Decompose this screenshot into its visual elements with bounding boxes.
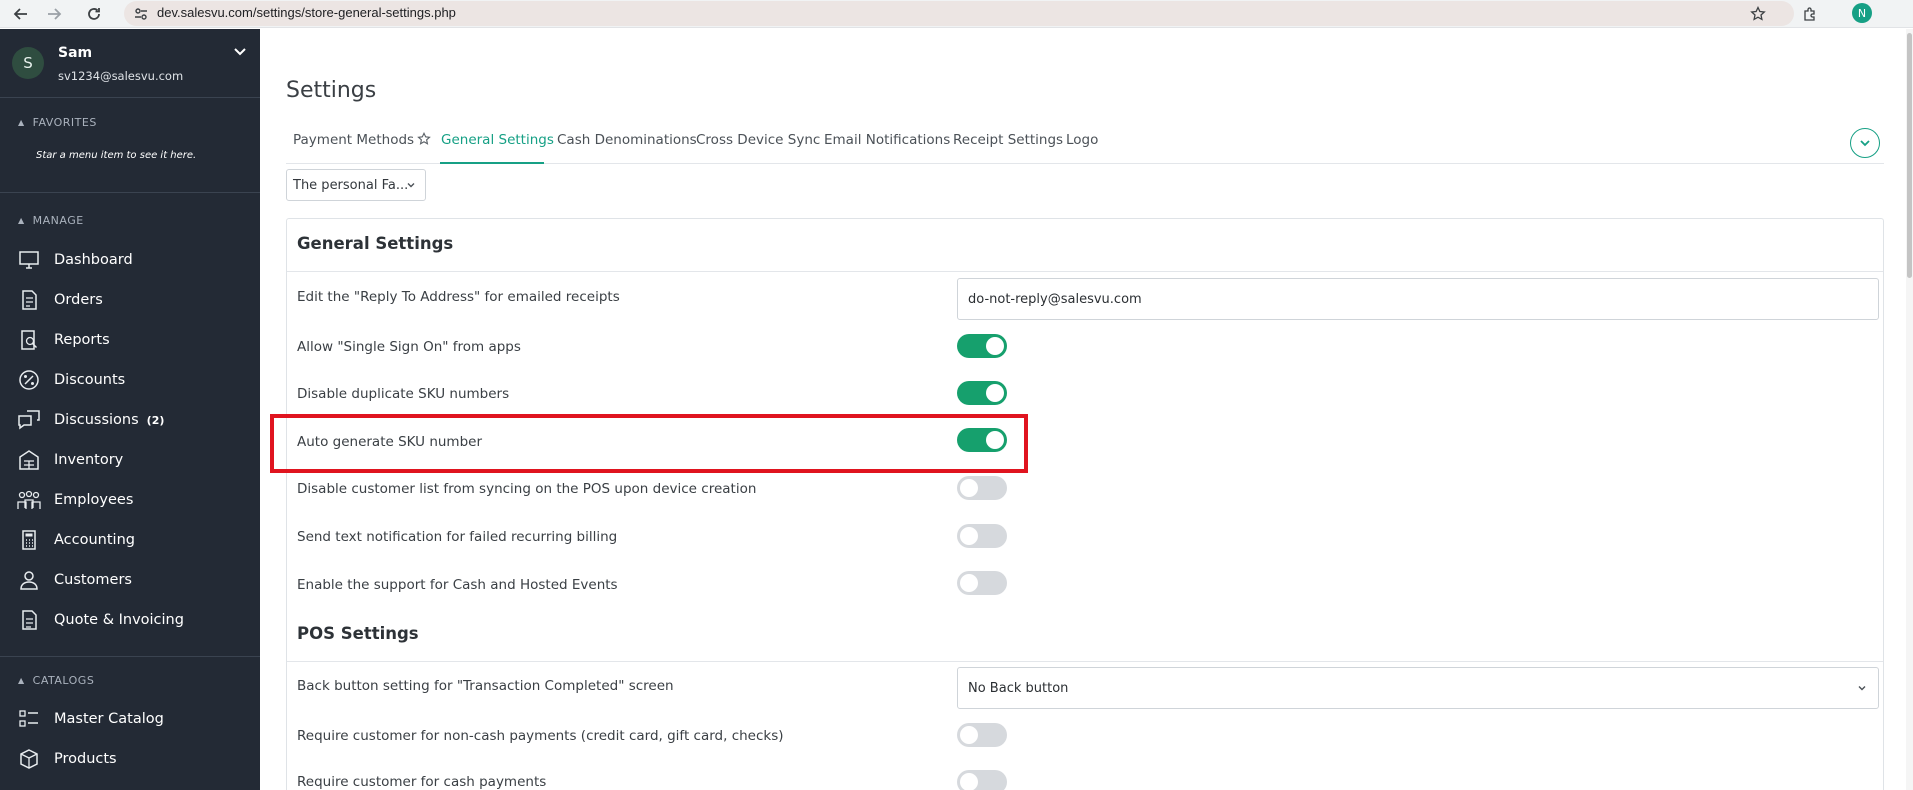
back-icon[interactable] [10,3,32,25]
cash-hosted-events-toggle[interactable] [957,571,1007,595]
back-button-setting-select[interactable]: No Back button [957,667,1879,709]
require-customer-cash-toggle[interactable] [957,770,1007,790]
disable-duplicate-sku-toggle[interactable] [957,381,1007,405]
forward-icon[interactable] [43,3,65,25]
favorites-hint: Star a menu item to see it here. [36,150,197,161]
reply-to-address-label: Edit the "Reply To Address" for emailed … [297,289,620,305]
user-email: sv1234@salesvu.com [58,69,184,83]
box-icon [16,747,42,771]
pos-settings-heading: POS Settings [297,624,419,643]
chevron-down-icon[interactable] [1850,128,1880,158]
profile-avatar[interactable]: N [1852,3,1872,23]
url-text[interactable]: dev.salesvu.com/settings/store-general-s… [157,5,456,20]
store-select-value: The personal Fa... [293,177,409,193]
sidebar-item-products[interactable]: Products [16,744,252,774]
single-sign-on-label: Allow "Single Sign On" from apps [297,339,521,355]
extensions-icon[interactable] [1800,4,1820,24]
sidebar-item-quote-invoicing[interactable]: Quote & Invoicing [16,605,252,635]
orders-icon [16,288,42,312]
favorites-section-title[interactable]: ▲ FAVORITES [18,116,97,129]
tab-general-settings[interactable]: General Settings [441,132,554,148]
cash-hosted-events-label: Enable the support for Cash and Hosted E… [297,577,618,593]
collapse-icon: ▲ [18,676,25,685]
sidebar-item-orders[interactable]: Orders [16,285,252,315]
disable-duplicate-sku-label: Disable duplicate SKU numbers [297,386,510,402]
star-icon[interactable] [417,131,433,147]
settings-tabs: Payment Methods General Settings Cash De… [286,128,1884,164]
settings-panel: General Settings Edit the "Reply To Addr… [286,218,1884,790]
tab-payment-methods[interactable]: Payment Methods [293,132,414,148]
site-settings-icon[interactable] [133,6,149,22]
sidebar-item-inventory[interactable]: Inventory [16,445,252,475]
single-sign-on-toggle[interactable] [957,334,1007,358]
manage-section-title[interactable]: ▲ MANAGE [18,214,84,227]
checklist-icon [16,707,42,731]
general-settings-heading: General Settings [297,234,454,253]
catalogs-section-title[interactable]: ▲ CATALOGS [18,674,94,687]
require-customer-noncash-toggle[interactable] [957,723,1007,747]
sidebar-item-reports[interactable]: Reports [16,325,252,355]
user-name: Sam [58,45,93,61]
failed-billing-notification-label: Send text notification for failed recurr… [297,529,618,545]
chevron-down-icon [1856,682,1868,694]
scrollbar-thumb[interactable] [1907,33,1912,278]
section-divider [287,271,1883,272]
chevron-down-icon[interactable] [232,43,248,59]
avatar[interactable]: S [12,47,44,79]
failed-billing-notification-toggle[interactable] [957,524,1007,548]
sidebar-divider [0,192,260,193]
percent-icon [16,368,42,392]
active-tab-indicator [440,162,544,164]
store-select[interactable]: The personal Fa... [286,169,426,201]
highlight-annotation [270,414,1028,473]
bookmark-star-icon[interactable] [1748,4,1768,24]
collapse-icon: ▲ [18,216,25,225]
sidebar: S Sam sv1234@salesvu.com ▲ FAVORITES Sta… [0,29,260,790]
sidebar-item-discussions[interactable]: Discussions (2) [16,405,252,435]
disable-customer-sync-toggle[interactable] [957,476,1007,500]
sidebar-divider [0,97,260,98]
require-customer-cash-label: Require customer for cash payments [297,774,547,790]
section-divider [287,661,1883,662]
monitor-icon [16,248,42,272]
reports-icon [16,328,42,352]
discussions-count-badge: (2) [146,413,165,427]
tab-receipt-settings[interactable]: Receipt Settings [953,132,1063,148]
tab-cross-device-sync[interactable]: Cross Device Sync [696,132,820,148]
sidebar-item-master-catalog[interactable]: Master Catalog [16,704,252,734]
tab-cash-denominations[interactable]: Cash Denominations [557,132,697,148]
chevron-down-icon [405,179,417,191]
calculator-icon [16,528,42,552]
sidebar-item-accounting[interactable]: Accounting [16,525,252,555]
employees-icon [16,488,42,512]
require-customer-noncash-label: Require customer for non-cash payments (… [297,728,784,744]
invoice-icon [16,608,42,632]
page-title: Settings [286,78,377,103]
back-button-setting-label: Back button setting for "Transaction Com… [297,678,674,694]
reply-to-address-input[interactable]: do-not-reply@salesvu.com [957,278,1879,320]
reload-icon[interactable] [83,3,105,25]
sidebar-item-employees[interactable]: Employees [16,485,252,515]
tab-email-notifications[interactable]: Email Notifications [824,132,950,148]
tab-logo[interactable]: Logo [1066,132,1098,148]
sidebar-divider [0,656,260,657]
customer-icon [16,568,42,592]
disable-customer-sync-label: Disable customer list from syncing on th… [297,481,757,497]
browser-toolbar: dev.salesvu.com/settings/store-general-s… [0,0,1913,28]
chat-icon [16,408,42,432]
sidebar-item-discounts[interactable]: Discounts [16,365,252,395]
collapse-icon: ▲ [18,118,25,127]
inventory-icon [16,448,42,472]
back-button-setting-value: No Back button [968,680,1069,696]
sidebar-item-dashboard[interactable]: Dashboard [16,245,252,275]
sidebar-item-customers[interactable]: Customers [16,565,252,595]
